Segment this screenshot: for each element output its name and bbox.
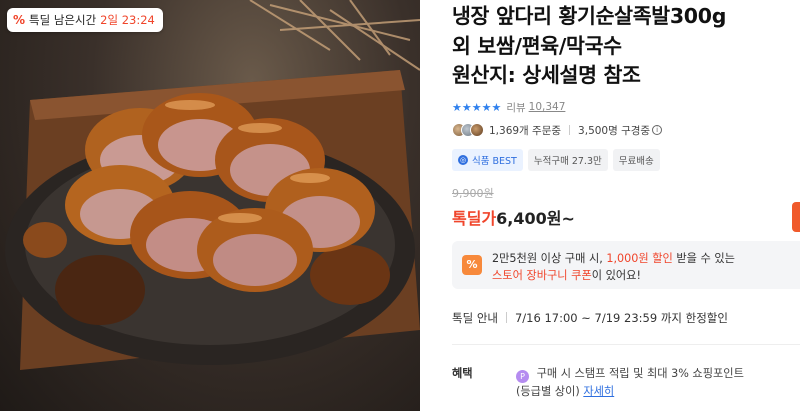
- review-label: 리뷰: [506, 101, 526, 114]
- product-tags: ◎ 식품 BEST 누적구매 27.3만 무료배송: [452, 148, 800, 171]
- deal-timer-label: 특딜 남은시간: [29, 13, 97, 27]
- tag-food-best[interactable]: ◎ 식품 BEST: [452, 148, 523, 171]
- star-rating-icon: ★★★★★: [452, 100, 502, 114]
- benefit-details-link[interactable]: 자세히: [583, 385, 614, 398]
- deal-period-row: 톡딜 안내 7/16 17:00 ~ 7/19 23:59 까지 한정할인: [452, 310, 800, 326]
- product-image[interactable]: % 특딜 남은시간 2일 23:24: [0, 0, 420, 411]
- viewers-count: 3,500명 구경중: [578, 124, 651, 137]
- original-price: 9,900원: [452, 186, 494, 200]
- deal-timer-value: 2일 23:24: [100, 13, 155, 27]
- deal-price-label: 톡딜가: [452, 208, 497, 228]
- coupon-text-a: 2만5천원 이상 구매 시,: [492, 251, 607, 265]
- rating-row[interactable]: ★★★★★ 리뷰 10,347: [452, 100, 800, 115]
- benefit-line2: (등급별 상이): [516, 384, 580, 398]
- deal-timer-badge: % 특딜 남은시간 2일 23:24: [7, 8, 163, 32]
- product-origin: 원산지: 상세설명 참조: [452, 63, 641, 87]
- product-info-panel: 냉장 앞다리 황기순살족발300g 외 보쌈/편육/막국수 원산지: 상세설명 …: [420, 0, 800, 411]
- info-icon[interactable]: i: [652, 125, 663, 135]
- percent-icon: %: [13, 13, 26, 27]
- benefit-label: 혜택: [452, 366, 473, 380]
- best-badge-icon: ◎: [458, 154, 468, 165]
- activity-stats: 1,369개 주문중 3,500명 구경중 i: [452, 123, 800, 138]
- avatar: [470, 123, 484, 137]
- coupon-icon: %: [462, 254, 482, 275]
- coupon-discount-amount: 1,000원 할인: [606, 251, 673, 265]
- divider: [505, 312, 507, 323]
- deal-price: 6,400원~: [496, 208, 575, 228]
- deal-period-value: 7/16 17:00 ~ 7/19 23:59 까지 한정할인: [514, 310, 728, 325]
- coupon-type: 스토어 장바구니 쿠폰: [492, 268, 592, 282]
- review-count-link[interactable]: 10,347: [529, 101, 566, 113]
- tag-free-shipping: 무료배송: [612, 148, 660, 171]
- benefit-row: 혜택 P 구매 시 스탬프 적립 및 최대 3% 쇼핑포인트 (등급별 상이) …: [452, 365, 800, 400]
- side-action-button[interactable]: [792, 202, 800, 232]
- orders-count: 1,369개 주문중: [489, 124, 562, 137]
- food-photo-illustration: [5, 0, 420, 370]
- coupon-banner[interactable]: % 2만5천원 이상 구매 시, 1,000원 할인 받을 수 있는 스토어 장…: [452, 240, 800, 289]
- coupon-text-c: 이 있어요!: [591, 268, 641, 282]
- product-title: 냉장 앞다리 황기순살족발300g 외 보쌈/편육/막국수 원산지: 상세설명 …: [452, 2, 800, 91]
- coupon-text-b: 받을 수 있는: [672, 251, 735, 265]
- divider: [569, 125, 571, 135]
- point-icon: P: [516, 369, 529, 383]
- benefit-text: P 구매 시 스탬프 적립 및 최대 3% 쇼핑포인트 (등급별 상이) 자세히: [516, 365, 744, 400]
- benefit-line1: 구매 시 스탬프 적립 및 최대 3% 쇼핑포인트: [536, 366, 744, 380]
- buyer-avatars: [452, 123, 484, 137]
- deal-period-label: 톡딜 안내: [452, 310, 498, 325]
- tag-food-best-label: 식품 BEST: [472, 155, 517, 167]
- product-title-line1: 냉장 앞다리 황기순살족발300g: [452, 4, 727, 28]
- tag-cumulative-purchases: 누적구매 27.3만: [527, 148, 608, 171]
- deal-price-row: 톡딜가 6,400원~: [452, 205, 800, 229]
- section-divider: [452, 343, 800, 345]
- coupon-text: 2만5천원 이상 구매 시, 1,000원 할인 받을 수 있는 스토어 장바구…: [492, 250, 735, 284]
- product-title-line2: 외 보쌈/편육/막국수: [452, 33, 622, 58]
